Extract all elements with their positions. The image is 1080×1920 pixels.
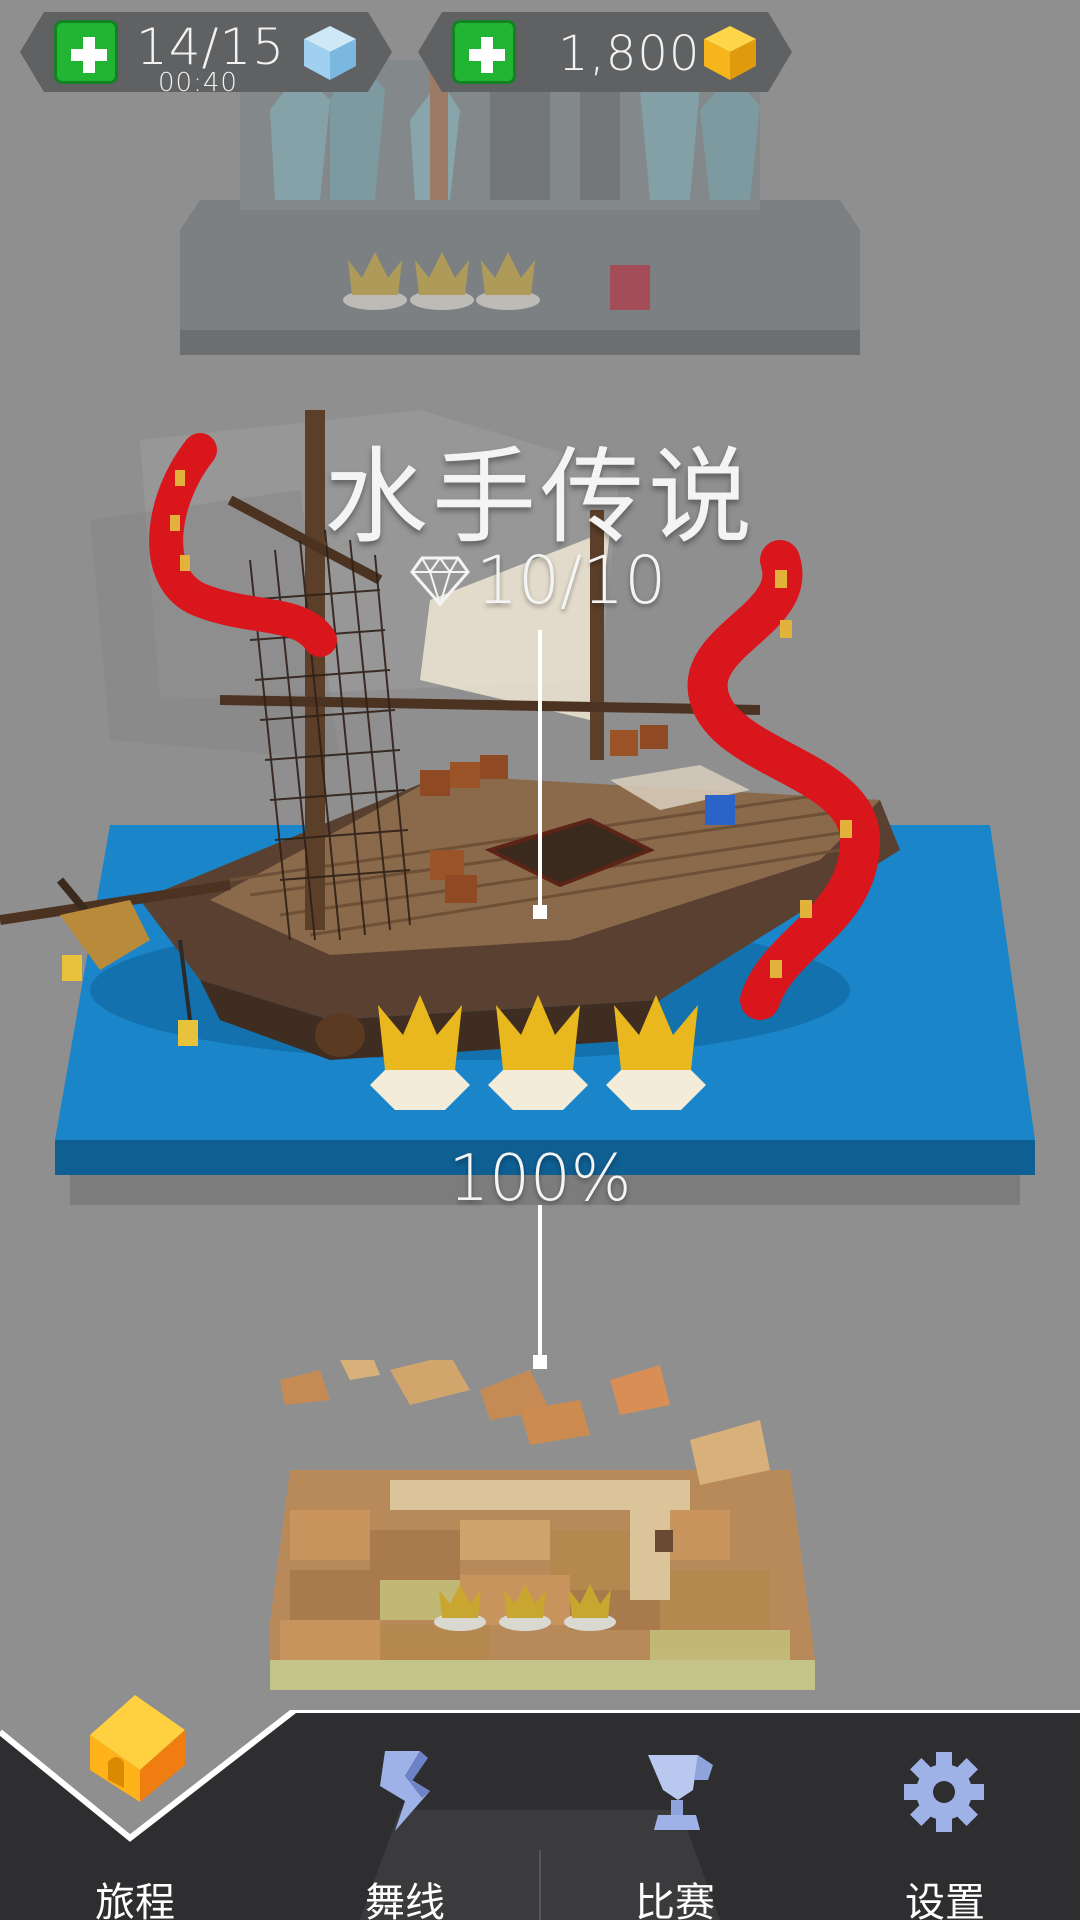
gold-cube-icon [700, 22, 760, 82]
nav-label: 设置 [905, 1880, 985, 1920]
game-screen: 水手传说 10/10 100% 14/15 00:40 1,800 旅程 舞线 … [0, 0, 1080, 1920]
connector-node [533, 905, 547, 919]
add-coins-button[interactable] [452, 20, 516, 84]
add-energy-button[interactable] [54, 20, 118, 84]
level-crowns [370, 995, 706, 1110]
level-connector [538, 1205, 542, 1355]
lantern-icon [178, 1020, 198, 1046]
house-icon [90, 1695, 185, 1802]
lower-crowns [434, 1584, 616, 1631]
nav-item-journey[interactable]: 旅程 [0, 1695, 270, 1920]
dance-line-icon [380, 1751, 430, 1831]
coin-bar: 1,800 [418, 12, 792, 92]
level-connector [538, 630, 542, 910]
blue-cube-icon [300, 22, 360, 82]
lantern-icon [62, 955, 82, 981]
nav-item-competition[interactable]: 比赛 [540, 1710, 810, 1920]
gem-count: 10/10 [476, 541, 667, 619]
diamond-outline-icon [410, 556, 470, 606]
barrel-icon [315, 1013, 365, 1057]
nav-label: 旅程 [95, 1880, 175, 1920]
nav-label: 比赛 [635, 1880, 715, 1920]
trophy-icon [648, 1755, 713, 1830]
upper-crowns [343, 252, 540, 310]
lower-level-diorama[interactable] [270, 1360, 830, 1700]
nav-item-dance-line[interactable]: 舞线 [270, 1710, 540, 1920]
blue-cube [705, 795, 735, 825]
gear-icon [904, 1752, 984, 1832]
coin-count: 1,800 [558, 26, 701, 82]
nav-item-settings[interactable]: 设置 [810, 1710, 1080, 1920]
nav-label: 舞线 [365, 1880, 445, 1920]
bottom-nav: 旅程 舞线 比赛 设置 [0, 1695, 1080, 1920]
energy-bar: 14/15 00:40 [20, 12, 392, 92]
gem-progress: 10/10 [410, 540, 666, 620]
